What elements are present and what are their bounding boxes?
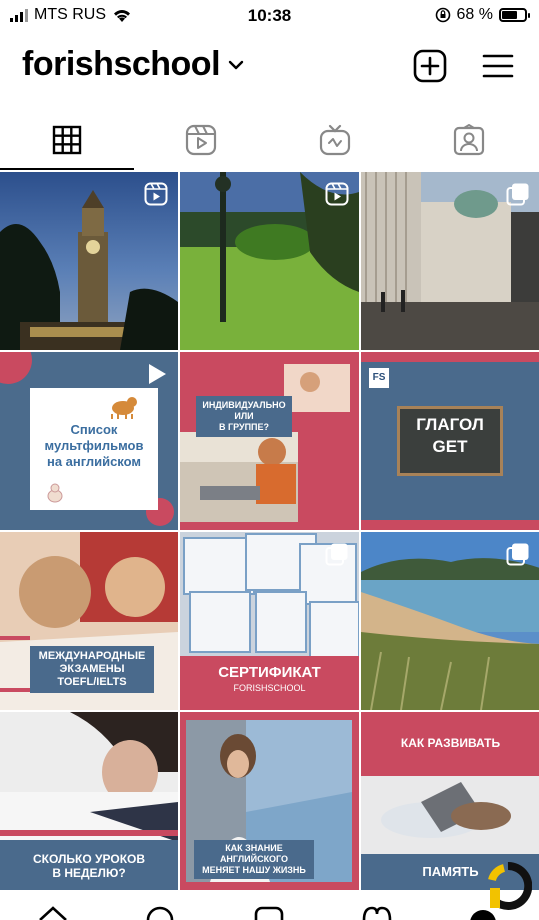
post-thumbnail[interactable]: Список мультфильмов на английском xyxy=(0,352,178,530)
reel-badge-icon xyxy=(325,182,349,211)
dog-illustration xyxy=(111,397,137,419)
post-thumbnail[interactable]: КАК ЗНАНИЕ АНГЛИЙСКОГО МЕНЯЕТ НАШУ ЖИЗНЬ xyxy=(180,712,359,890)
post-thumbnail[interactable]: FS ГЛАГОЛ GET xyxy=(361,352,539,530)
carousel-badge-icon xyxy=(506,182,530,211)
post-thumbnail[interactable]: МЕЖДУНАРОДНЫЕ ЭКЗАМЕНЫ TOEFL/IELTS xyxy=(0,532,178,710)
home-icon[interactable] xyxy=(38,904,68,920)
post-caption-line: ИНДИВИДУАЛЬНО xyxy=(202,400,286,410)
post-thumbnail[interactable] xyxy=(0,172,178,350)
tab-reels[interactable] xyxy=(134,110,268,170)
post-caption-line: В ГРУППЕ? xyxy=(218,422,270,432)
tab-grid[interactable] xyxy=(0,110,134,170)
post-thumbnail[interactable]: СЕРТИФИКАТ FORISHSCHOOL xyxy=(180,532,359,710)
reels-nav-icon[interactable] xyxy=(254,906,284,920)
profile-header: forishschool xyxy=(0,40,539,94)
post-caption-line: FORISHSCHOOL xyxy=(233,683,306,693)
post-caption-line: ИЛИ xyxy=(234,411,254,421)
reel-badge-icon xyxy=(144,182,168,211)
reels-icon xyxy=(185,124,217,156)
post-thumbnail[interactable]: ИНДИВИДУАЛЬНО ИЛИ В ГРУППЕ? xyxy=(180,352,359,530)
post-caption-line: МЕНЯЕТ НАШУ ЖИЗНЬ xyxy=(202,865,306,875)
bottom-navigation xyxy=(0,900,539,920)
menu-button[interactable] xyxy=(478,46,518,86)
carousel-badge-icon xyxy=(506,542,530,571)
post-thumbnail[interactable] xyxy=(361,172,539,350)
tab-tagged[interactable] xyxy=(402,110,536,170)
orientation-lock-icon xyxy=(435,7,450,23)
video-badge-icon xyxy=(146,362,168,391)
profile-avatar[interactable] xyxy=(468,908,498,920)
post-caption-line: на английском xyxy=(46,454,142,469)
new-post-button[interactable] xyxy=(410,46,450,86)
post-thumbnail[interactable] xyxy=(361,532,539,710)
post-background xyxy=(180,364,350,522)
grid-icon xyxy=(52,125,82,155)
post-caption-line: СЕРТИФИКАТ xyxy=(218,664,321,681)
post-caption-line: СКОЛЬКО УРОКОВ xyxy=(32,852,146,866)
carousel-badge-icon xyxy=(325,542,349,571)
username: forishschool xyxy=(22,45,221,83)
battery-percent: 68 % xyxy=(456,6,493,23)
heart-icon[interactable] xyxy=(362,906,392,920)
post-thumbnail[interactable] xyxy=(180,172,359,350)
post-caption-line: мультфильмов xyxy=(44,438,144,453)
cat-illustration xyxy=(47,483,63,503)
post-thumbnail[interactable]: СКОЛЬКО УРОКОВ В НЕДЕЛЮ? xyxy=(0,712,178,890)
post-caption-line: АНГЛИЙСКОГО xyxy=(219,854,289,864)
status-bar: MTS RUS 10:38 68 % xyxy=(0,0,539,32)
chevron-down-icon xyxy=(228,60,244,69)
igtv-icon xyxy=(319,124,351,156)
profile-tabs xyxy=(0,110,539,170)
post-caption-line: КАК РАЗВИВАТЬ xyxy=(400,736,501,750)
tab-igtv[interactable] xyxy=(268,110,402,170)
search-icon[interactable] xyxy=(146,906,174,920)
post-caption-line: МЕЖДУНАРОДНЫЕ xyxy=(38,650,146,662)
account-switcher[interactable]: forishschool xyxy=(22,45,244,84)
post-caption-line: Список xyxy=(70,422,118,437)
post-caption-line: GET xyxy=(432,437,468,456)
post-caption-line: ГЛАГОЛ xyxy=(416,415,484,434)
posts-grid: Список мультфильмов на английском ИНДИВИ… xyxy=(0,172,539,890)
post-caption-line: КАК ЗНАНИЕ xyxy=(225,843,283,853)
post-caption-line: В НЕДЕЛЮ? xyxy=(52,866,126,880)
plus-square-icon xyxy=(413,49,447,83)
post-caption-line: TOEFL/IELTS xyxy=(57,676,127,688)
hamburger-icon xyxy=(482,54,514,78)
post-caption-line: ЭКЗАМЕНЫ xyxy=(59,663,125,675)
battery-icon xyxy=(499,8,530,22)
tagged-user-icon xyxy=(453,124,485,156)
school-logo: FS xyxy=(369,368,389,388)
